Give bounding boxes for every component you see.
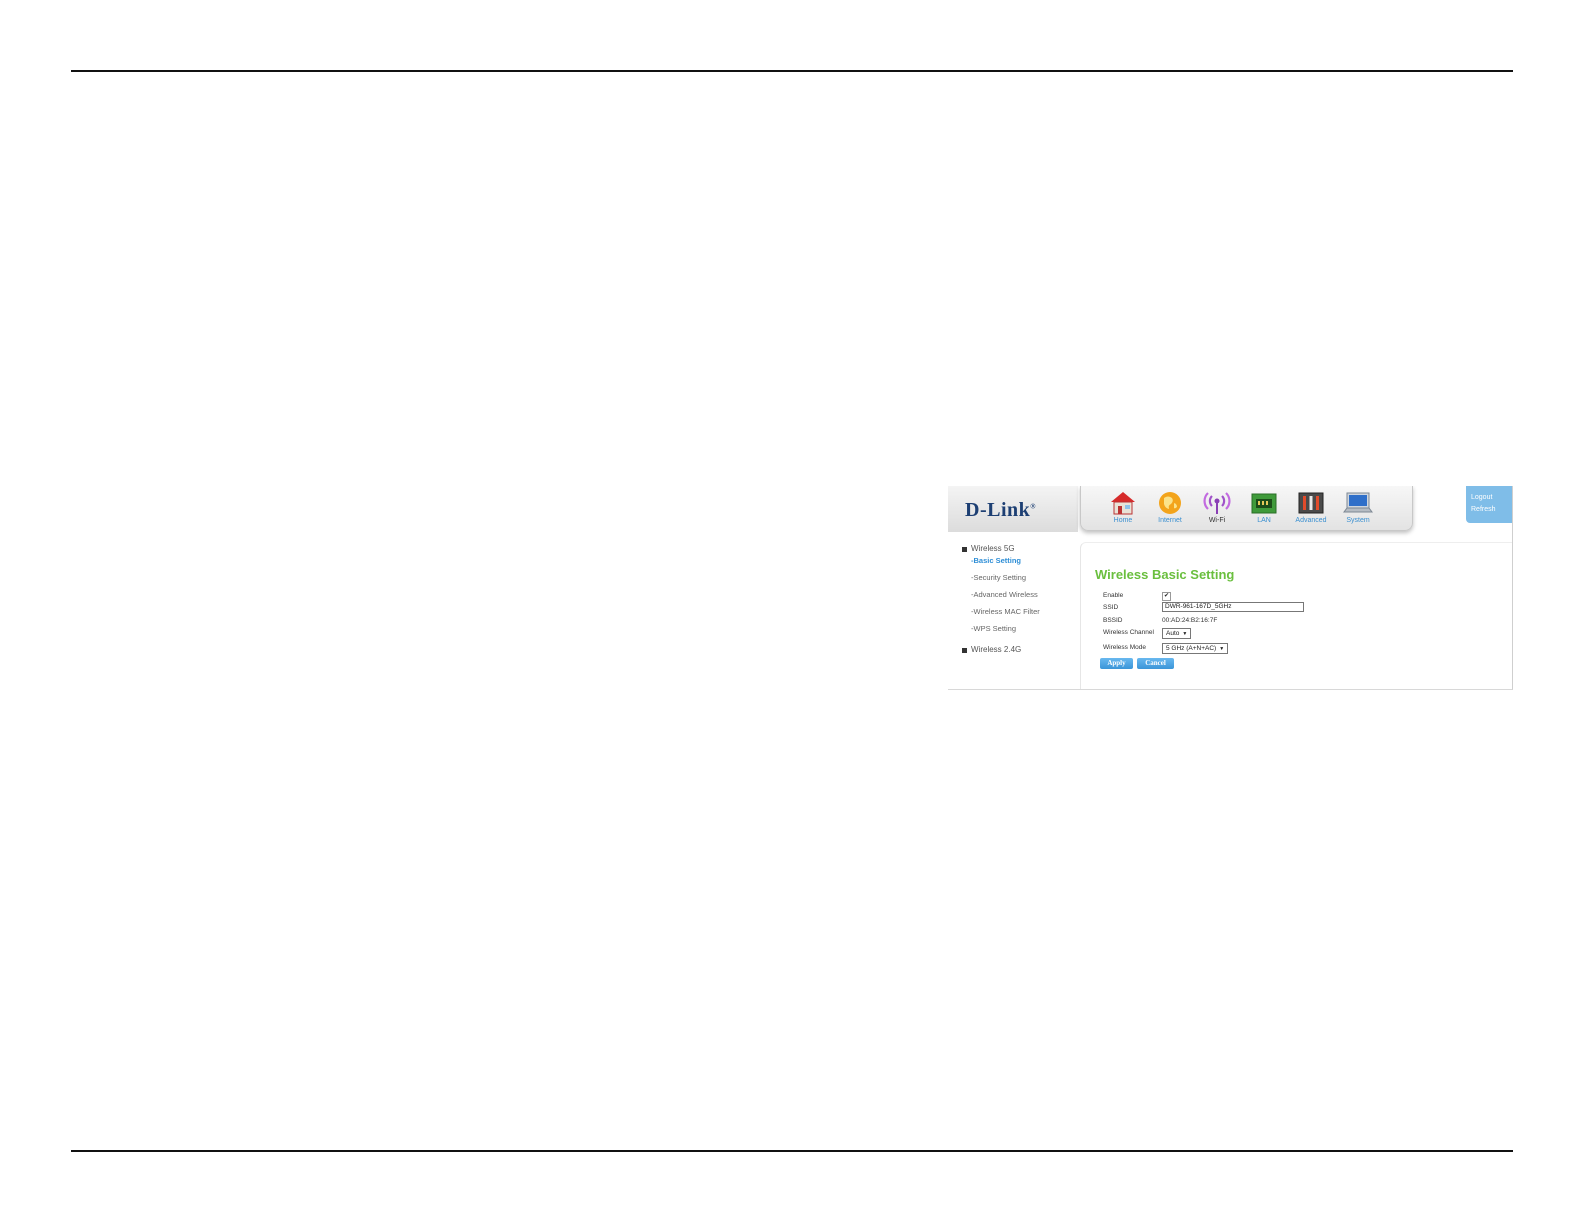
home-icon: [1108, 490, 1138, 516]
wireless-channel-label: Wireless Channel: [1103, 629, 1154, 636]
nav-lan-label: LAN: [1257, 517, 1271, 524]
refresh-link[interactable]: Refresh: [1466, 504, 1512, 516]
main-navbar: Home Internet Wi-Fi LAN Advanced System: [1080, 486, 1413, 531]
ssid-label: SSID: [1103, 604, 1119, 611]
advanced-tools-icon: [1296, 490, 1326, 516]
nav-internet-label: Internet: [1158, 517, 1182, 524]
wireless-channel-select[interactable]: Auto ▼: [1162, 628, 1192, 639]
header-rule: [71, 70, 1513, 72]
session-links: Logout Refresh: [1466, 486, 1512, 523]
router-screenshot: D-Link® Home Internet Wi-Fi LAN Advanced…: [948, 486, 1513, 690]
wireless-mode-select[interactable]: 5 GHz (A+N+AC) ▼: [1162, 643, 1229, 654]
sidebar-group-wireless-24g[interactable]: Wireless 2.4G: [962, 645, 1072, 657]
nav-home[interactable]: Home: [1101, 490, 1145, 524]
bssid-value: 00:AD:24:B2:16:7F: [1162, 617, 1218, 624]
nav-system[interactable]: System: [1336, 490, 1380, 524]
nav-advanced[interactable]: Advanced: [1289, 490, 1333, 524]
logout-link[interactable]: Logout: [1466, 486, 1512, 504]
globe-icon: [1155, 490, 1185, 516]
sidebar-item-advanced-wireless[interactable]: -Advanced Wireless: [962, 590, 1072, 607]
sidebar-item-wireless-mac-filter[interactable]: -Wireless MAC Filter: [962, 607, 1072, 624]
nav-lan[interactable]: LAN: [1242, 490, 1286, 524]
nav-internet[interactable]: Internet: [1148, 490, 1192, 524]
sidebar-item-wps-setting[interactable]: -WPS Setting: [962, 624, 1072, 645]
bssid-label: BSSID: [1103, 617, 1123, 624]
wireless-mode-label: Wireless Mode: [1103, 644, 1146, 651]
sidebar-group-wireless-5g[interactable]: Wireless 5G: [962, 544, 1072, 556]
sidebar-item-security-setting[interactable]: -Security Setting: [962, 573, 1072, 590]
wifi-icon: [1202, 490, 1232, 516]
nav-system-label: System: [1346, 517, 1370, 524]
footer-rule: [71, 1150, 1513, 1152]
chevron-down-icon: ▼: [1182, 631, 1188, 637]
enable-label: Enable: [1103, 592, 1124, 599]
wireless-mode-value: 5 GHz (A+N+AC): [1166, 645, 1217, 652]
apply-button[interactable]: Apply: [1100, 658, 1133, 669]
logo-area: D-Link®: [948, 486, 1078, 532]
chevron-down-icon: ▼: [1219, 646, 1225, 652]
page-title: Wireless Basic Setting: [1095, 567, 1235, 582]
lan-icon: [1249, 490, 1279, 516]
sidebar: Wireless 5G -Basic Setting -Security Set…: [962, 544, 1072, 657]
nav-wifi[interactable]: Wi-Fi: [1195, 490, 1239, 524]
wireless-channel-value: Auto: [1166, 630, 1180, 637]
sidebar-item-basic-setting[interactable]: -Basic Setting: [962, 556, 1072, 573]
nav-wifi-label: Wi-Fi: [1208, 517, 1226, 524]
laptop-icon: [1343, 490, 1373, 516]
nav-advanced-label: Advanced: [1295, 517, 1327, 524]
cancel-button[interactable]: Cancel: [1137, 658, 1174, 669]
dlink-logo: D-Link®: [965, 499, 1036, 521]
nav-home-label: Home: [1113, 517, 1133, 524]
enable-checkbox[interactable]: ✔: [1162, 592, 1171, 601]
ssid-input[interactable]: DWR-961-167D_5GHz: [1162, 602, 1304, 612]
content-panel: Wireless Basic Setting Enable ✔ SSID DWR…: [1080, 542, 1512, 689]
